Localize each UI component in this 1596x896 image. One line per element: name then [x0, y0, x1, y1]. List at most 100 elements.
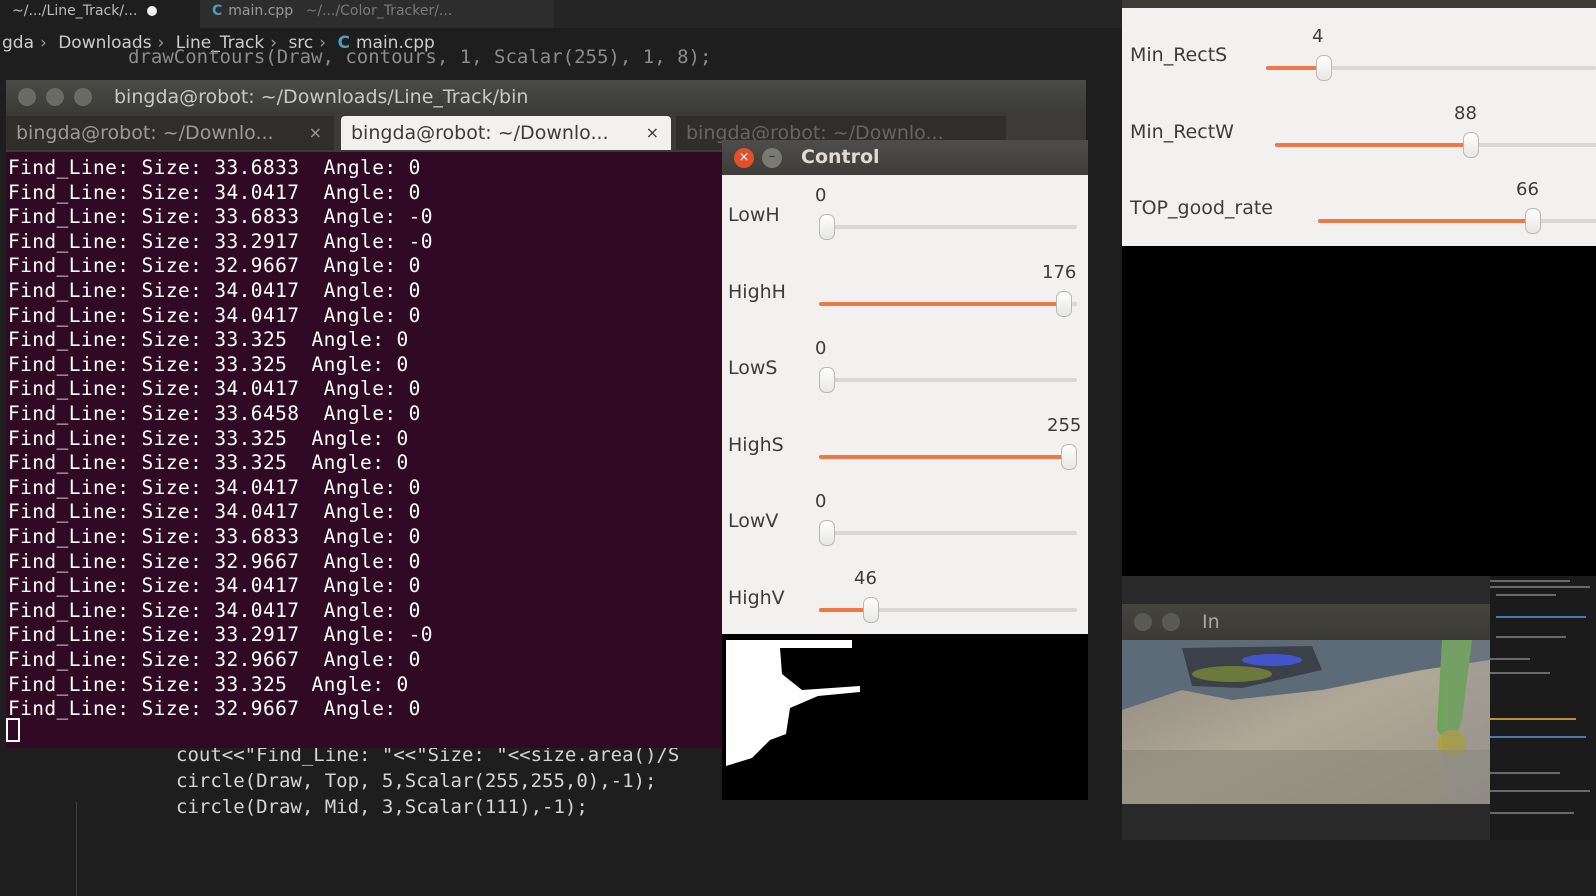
editor-tab-filename: main.cpp: [228, 3, 294, 19]
terminal-line: Find_Line: Size: 32.9667 Angle: 0: [8, 697, 421, 721]
terminal-tab-label: bingda@robot: ~/Downlo...: [351, 122, 609, 144]
trackbar-handle[interactable]: [1525, 208, 1541, 234]
terminal-line: Find_Line: Size: 33.6458 Angle: 0: [8, 402, 421, 425]
terminal-line: Find_Line: Size: 34.0417 Angle: 0: [8, 598, 421, 622]
chevron-right-icon: ›: [40, 33, 47, 53]
editor-tab-line-track[interactable]: ~/.../Line_Track/...: [0, 0, 209, 28]
close-icon[interactable]: [18, 88, 36, 106]
trackbar-top-good-rate: TOP_good_rate 66: [1122, 175, 1596, 251]
trackbar-slider[interactable]: [819, 367, 1077, 393]
trackbar-label: Min_RectW: [1130, 120, 1234, 143]
cpp-file-icon: C: [212, 3, 223, 19]
trackbar-slider[interactable]: [1266, 55, 1596, 81]
editor-tab-main-cpp[interactable]: Cmain.cpp ~/.../Color_Tracker/...: [200, 0, 554, 28]
in-window-titlebar: In: [1122, 604, 1490, 640]
in-window-title: In: [1202, 611, 1220, 633]
trackbar-label: LowV: [728, 510, 779, 532]
indent-guide: [76, 802, 77, 896]
trackbar-value: 0: [815, 491, 827, 512]
trackbar-handle[interactable]: [819, 214, 835, 240]
trackbar-highs: HighS 255: [722, 410, 1088, 486]
trackbar-label: TOP_good_rate: [1130, 197, 1273, 219]
terminal-title: bingda@robot: ~/Downloads/Line_Track/bin: [114, 86, 529, 108]
minimize-icon[interactable]: [46, 88, 64, 106]
terminal-line: Find_Line: Size: 33.325 Angle: 0: [8, 426, 409, 450]
terminal-line: Find_Line: Size: 34.0417 Angle: 0: [8, 574, 421, 598]
trackbar-slider[interactable]: [819, 290, 1077, 317]
line-params-window: Min_RectS 4 Min_RectW 88 TOP_good_rate 66: [1122, 0, 1596, 246]
terminal-cursor: [6, 718, 20, 742]
terminal-line: Find_Line: Size: 34.0417 Angle: 0: [8, 377, 421, 401]
breadcrumb-item[interactable]: gda: [2, 33, 34, 53]
terminal-line: Find_Line: Size: 33.6833 Angle: 0: [8, 156, 421, 179]
trackbar-handle[interactable]: [819, 367, 835, 393]
trackbar-value: 255: [1047, 414, 1082, 436]
editor-tab-bar: ~/.../Line_Track/... Cmain.cpp ~/.../Col…: [0, 0, 1130, 28]
trackbar-label: LowH: [728, 204, 780, 226]
trackbar-handle[interactable]: [1463, 131, 1479, 158]
editor-tab-path: ~/.../Color_Tracker/...: [305, 3, 453, 19]
close-icon[interactable]: [1134, 613, 1152, 631]
terminal-output[interactable]: Find_Line: Size: 33.6833 Angle: 0 Find_Li…: [6, 152, 726, 748]
code-line: circle(Draw, Mid, 3,Scalar(111),-1);: [176, 796, 588, 818]
trackbar-handle[interactable]: [1056, 290, 1072, 317]
control-title: Control: [801, 146, 880, 168]
trackbar-min-rectw: Min_RectW 88: [1122, 99, 1596, 175]
code-line: circle(Draw, Top, 5,Scalar(255,255,0),-1…: [176, 770, 657, 792]
background-code-thumbnail: [1490, 576, 1596, 840]
trackbar-label: Min_RectS: [1130, 44, 1228, 66]
maximize-icon[interactable]: [74, 88, 92, 106]
unsaved-dot-icon: [147, 6, 158, 16]
close-tab-icon[interactable]: ×: [646, 116, 659, 150]
output-image-black: [1122, 246, 1596, 576]
trackbar-handle[interactable]: [1061, 443, 1077, 470]
trackbar-value: 176: [1042, 261, 1077, 283]
terminal-line: Find_Line: Size: 33.2917 Angle: -0: [8, 623, 433, 647]
trackbar-slider[interactable]: [819, 596, 1077, 623]
trackbar-value: 46: [854, 567, 877, 589]
trackbar-handle[interactable]: [863, 596, 879, 623]
trackbar-slider[interactable]: [1318, 208, 1596, 234]
terminal-line: Find_Line: Size: 32.9667 Angle: 0: [8, 648, 421, 671]
terminal-line: Find_Line: Size: 32.9667 Angle: 0: [8, 254, 421, 278]
control-window: × – Control LowH 0 HighH 176 LowS 0 HighS 255 Lo…: [722, 140, 1088, 634]
trackbar-slider[interactable]: [819, 443, 1077, 470]
minimize-icon[interactable]: –: [762, 148, 782, 168]
terminal-line: Find_Line: Size: 34.0417 Angle: 0: [8, 303, 421, 327]
trackbar-slider[interactable]: [819, 520, 1077, 546]
trackbar-highh: HighH 176: [722, 257, 1088, 333]
trackbar-label: HighH: [728, 280, 786, 303]
trackbar-value: 88: [1454, 102, 1477, 124]
terminal-line: Find_Line: Size: 34.0417 Angle: 0: [8, 475, 421, 499]
terminal-tab[interactable]: bingda@robot: ~/Downlo... ×: [6, 116, 334, 150]
code-line: drawContours(Draw, contours, 1, Scalar(2…: [128, 46, 712, 68]
close-icon[interactable]: ×: [734, 148, 754, 168]
camera-frame: [1122, 640, 1490, 804]
terminal-tab-label: bingda@robot: ~/Downlo...: [16, 122, 274, 144]
terminal-line: Find_Line: Size: 33.325 Angle: 0: [8, 672, 409, 696]
terminal-titlebar: bingda@robot: ~/Downloads/Line_Track/bin: [6, 80, 1086, 114]
trackbar-lowh: LowH 0: [722, 180, 1088, 256]
mask-output-image: [722, 634, 1088, 800]
trackbar-value: 4: [1312, 26, 1324, 47]
trackbar-slider[interactable]: [819, 214, 1077, 240]
trackbar-lows: LowS 0: [722, 333, 1088, 409]
control-titlebar: × – Control: [722, 140, 1088, 175]
trackbar-min-rects: Min_RectS 4: [1122, 22, 1596, 98]
trackbar-handle[interactable]: [1316, 55, 1332, 81]
minimize-icon[interactable]: [1162, 613, 1180, 631]
trackbar-highv: HighV 46: [722, 563, 1088, 639]
close-tab-icon[interactable]: ×: [309, 116, 322, 150]
terminal-line: Find_Line: Size: 33.6833 Angle: 0: [8, 525, 421, 548]
trackbar-fill: [1318, 219, 1533, 223]
trackbar-handle[interactable]: [819, 520, 835, 546]
terminal-line: Find_Line: Size: 34.0417 Angle: 0: [8, 500, 421, 524]
camera-input-image: [1122, 640, 1490, 804]
window-titlebar: [1122, 0, 1596, 8]
terminal-line: Find_Line: Size: 34.0417 Angle: 0: [8, 180, 421, 204]
terminal-line: Find_Line: Size: 33.6833 Angle: -0: [8, 205, 433, 229]
trackbar-slider[interactable]: [1275, 131, 1596, 158]
trackbar-value: 66: [1516, 179, 1539, 200]
trackbar-label: HighS: [728, 433, 784, 456]
terminal-tab-active[interactable]: bingda@robot: ~/Downlo... ×: [341, 116, 671, 150]
